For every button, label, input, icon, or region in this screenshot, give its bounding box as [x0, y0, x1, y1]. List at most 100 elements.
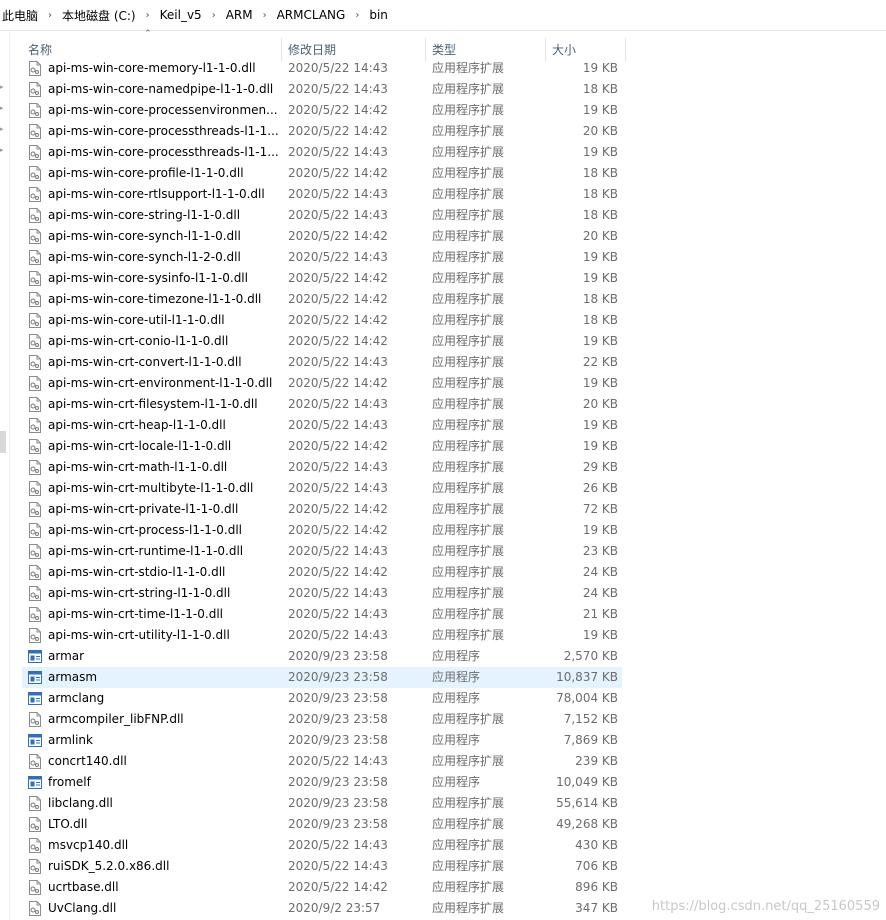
file-row[interactable]: api-ms-win-core-synch-l1-2-0.dll 2020/5/2… — [22, 247, 622, 268]
file-size: 19 KB — [582, 145, 618, 159]
file-size: 10,837 KB — [556, 670, 618, 684]
breadcrumb-item[interactable]: bin — [367, 8, 390, 22]
file-row[interactable]: api-ms-win-core-string-l1-1-0.dll 2020/5/… — [22, 205, 622, 226]
file-row[interactable]: api-ms-win-crt-environment-l1-1-0.dll 202… — [22, 373, 622, 394]
file-date: 2020/5/22 14:43 — [288, 208, 388, 222]
file-name: api-ms-win-core-sysinfo-l1-1-0.dll — [48, 271, 248, 285]
dll-file-icon — [28, 712, 42, 727]
file-row[interactable]: api-ms-win-crt-conio-l1-1-0.dll 2020/5/22… — [22, 331, 622, 352]
file-date: 2020/5/22 14:42 — [288, 166, 388, 180]
breadcrumb-item[interactable]: 此电脑 — [0, 7, 40, 24]
file-row[interactable]: api-ms-win-crt-convert-l1-1-0.dll 2020/5/… — [22, 352, 622, 373]
file-row[interactable]: armcompiler_libFNP.dll 2020/9/23 23:58 应用程… — [22, 709, 622, 730]
file-size: 19 KB — [582, 271, 618, 285]
file-row[interactable]: api-ms-win-core-namedpipe-l1-1-0.dll 2020… — [22, 79, 622, 100]
file-size: 19 KB — [582, 103, 618, 117]
file-row[interactable]: api-ms-win-crt-multibyte-l1-1-0.dll 2020/… — [22, 478, 622, 499]
breadcrumb-item[interactable]: ARMCLANG — [275, 8, 348, 22]
dll-file-icon — [28, 502, 42, 517]
file-name: UvClang.dll — [48, 901, 117, 915]
file-row[interactable]: api-ms-win-core-timezone-l1-1-0.dll 2020/… — [22, 289, 622, 310]
file-name: api-ms-win-crt-convert-l1-1-0.dll — [48, 355, 242, 369]
file-row[interactable]: concrt140.dll 2020/5/22 14:43 应用程序扩展 239 KB — [22, 751, 622, 772]
file-size: 49,268 KB — [556, 817, 618, 831]
breadcrumb-item[interactable]: ARM — [224, 8, 255, 22]
file-row[interactable]: api-ms-win-crt-heap-l1-1-0.dll 2020/5/22 … — [22, 415, 622, 436]
dll-file-icon — [28, 187, 42, 202]
file-row[interactable]: libclang.dll 2020/9/23 23:58 应用程序扩展 55,614 … — [22, 793, 622, 814]
dll-file-icon — [28, 754, 42, 769]
file-row[interactable]: api-ms-win-crt-math-l1-1-0.dll 2020/5/22 … — [22, 457, 622, 478]
file-row[interactable]: api-ms-win-crt-string-l1-1-0.dll 2020/5/2… — [22, 583, 622, 604]
file-row[interactable]: ucrtbase.dll 2020/5/22 14:42 应用程序扩展 896 KB — [22, 877, 622, 898]
dll-file-icon — [28, 82, 42, 97]
dll-file-icon — [28, 208, 42, 223]
file-row[interactable]: LTO.dll 2020/9/23 23:58 应用程序扩展 49,268 KB — [22, 814, 622, 835]
file-name: armasm — [48, 670, 98, 684]
file-size: 18 KB — [582, 187, 618, 201]
file-type: 应用程序扩展 — [432, 166, 505, 180]
navigation-pane-edge[interactable]: ▸ ▸ ▸ ▸ — [0, 31, 10, 920]
breadcrumb-separator-icon[interactable]: › — [255, 10, 275, 21]
dll-file-icon — [28, 313, 42, 328]
file-row[interactable]: api-ms-win-core-util-l1-1-0.dll 2020/5/22… — [22, 310, 622, 331]
file-row[interactable]: api-ms-win-core-processthreads-l1-1... 20… — [22, 142, 622, 163]
file-type: 应用程序扩展 — [432, 334, 505, 348]
chevron-right-icon[interactable]: ▸ — [0, 146, 8, 154]
file-row[interactable]: UvClang.dll 2020/9/2 23:57 应用程序扩展 347 KB — [22, 898, 622, 919]
file-row[interactable]: api-ms-win-core-profile-l1-1-0.dll 2020/5… — [22, 163, 622, 184]
file-row[interactable]: api-ms-win-core-synch-l1-1-0.dll 2020/5/2… — [22, 226, 622, 247]
file-row[interactable]: api-ms-win-crt-time-l1-1-0.dll 2020/5/22 … — [22, 604, 622, 625]
file-row[interactable]: api-ms-win-crt-stdio-l1-1-0.dll 2020/5/22… — [22, 562, 622, 583]
file-row[interactable]: armasm 2020/9/23 23:58 应用程序 10,837 KB — [22, 667, 622, 688]
breadcrumb-item[interactable]: 本地磁盘 (C:) — [60, 7, 138, 24]
file-row[interactable]: ruiSDK_5.2.0.x86.dll 2020/5/22 14:43 应用程序扩… — [22, 856, 622, 877]
breadcrumb-separator-icon[interactable]: › — [204, 10, 224, 21]
file-row[interactable]: armlink 2020/9/23 23:58 应用程序 7,869 KB — [22, 730, 622, 751]
file-row[interactable]: fromelf 2020/9/23 23:58 应用程序 10,049 KB — [22, 772, 622, 793]
chevron-right-icon[interactable]: ▸ — [0, 125, 8, 133]
breadcrumb-separator-icon[interactable]: › — [40, 10, 60, 21]
file-row[interactable]: armclang 2020/9/23 23:58 应用程序 78,004 KB — [22, 688, 622, 709]
watermark-text: https://blog.csdn.net/qq_25160559 — [651, 899, 880, 914]
file-row[interactable]: api-ms-win-crt-filesystem-l1-1-0.dll 2020… — [22, 394, 622, 415]
file-type: 应用程序扩展 — [432, 712, 505, 726]
file-row[interactable]: api-ms-win-crt-process-l1-1-0.dll 2020/5/… — [22, 520, 622, 541]
file-date: 2020/5/22 14:42 — [288, 565, 388, 579]
dll-file-icon — [28, 607, 42, 622]
file-size: 18 KB — [582, 208, 618, 222]
file-size: 20 KB — [582, 124, 618, 138]
file-size: 19 KB — [582, 418, 618, 432]
file-row[interactable]: api-ms-win-core-rtlsupport-l1-1-0.dll 202… — [22, 184, 622, 205]
file-size: 896 KB — [575, 880, 618, 894]
file-row[interactable]: api-ms-win-crt-locale-l1-1-0.dll 2020/5/2… — [22, 436, 622, 457]
file-row[interactable]: api-ms-win-core-memory-l1-1-0.dll 2020/5/… — [22, 58, 622, 79]
file-row[interactable]: api-ms-win-crt-runtime-l1-1-0.dll 2020/5/… — [22, 541, 622, 562]
file-row[interactable]: armar 2020/9/23 23:58 应用程序 2,570 KB — [22, 646, 622, 667]
file-date: 2020/5/22 14:42 — [288, 439, 388, 453]
file-row[interactable]: api-ms-win-core-processthreads-l1-1... 20… — [22, 121, 622, 142]
file-row[interactable]: api-ms-win-crt-utility-l1-1-0.dll 2020/5/… — [22, 625, 622, 646]
file-date: 2020/5/22 14:43 — [288, 859, 388, 873]
file-type: 应用程序扩展 — [432, 502, 505, 516]
dll-file-icon — [28, 796, 42, 811]
exe-app-icon — [28, 691, 42, 706]
file-row[interactable]: msvcp140.dll 2020/5/22 14:43 应用程序扩展 430 KB — [22, 835, 622, 856]
file-row[interactable]: api-ms-win-core-processenvironmen... 2020… — [22, 100, 622, 121]
dll-file-icon — [28, 145, 42, 160]
breadcrumb-item[interactable]: Keil_v5 — [158, 8, 204, 22]
file-date: 2020/5/22 14:43 — [288, 355, 388, 369]
file-name: api-ms-win-crt-environment-l1-1-0.dll — [48, 376, 273, 390]
file-name: api-ms-win-crt-utility-l1-1-0.dll — [48, 628, 230, 642]
file-row[interactable]: api-ms-win-core-sysinfo-l1-1-0.dll 2020/5… — [22, 268, 622, 289]
chevron-right-icon[interactable]: ▸ — [0, 83, 8, 91]
chevron-right-icon[interactable]: ▸ — [0, 104, 8, 112]
file-row[interactable]: api-ms-win-crt-private-l1-1-0.dll 2020/5/… — [22, 499, 622, 520]
dll-file-icon — [28, 544, 42, 559]
file-date: 2020/5/22 14:43 — [288, 838, 388, 852]
file-date: 2020/9/23 23:58 — [288, 670, 388, 684]
breadcrumb-separator-icon[interactable]: › — [138, 10, 158, 21]
file-type: 应用程序扩展 — [432, 61, 505, 75]
breadcrumb-separator-icon[interactable]: › — [347, 10, 367, 21]
file-name: fromelf — [48, 775, 91, 789]
